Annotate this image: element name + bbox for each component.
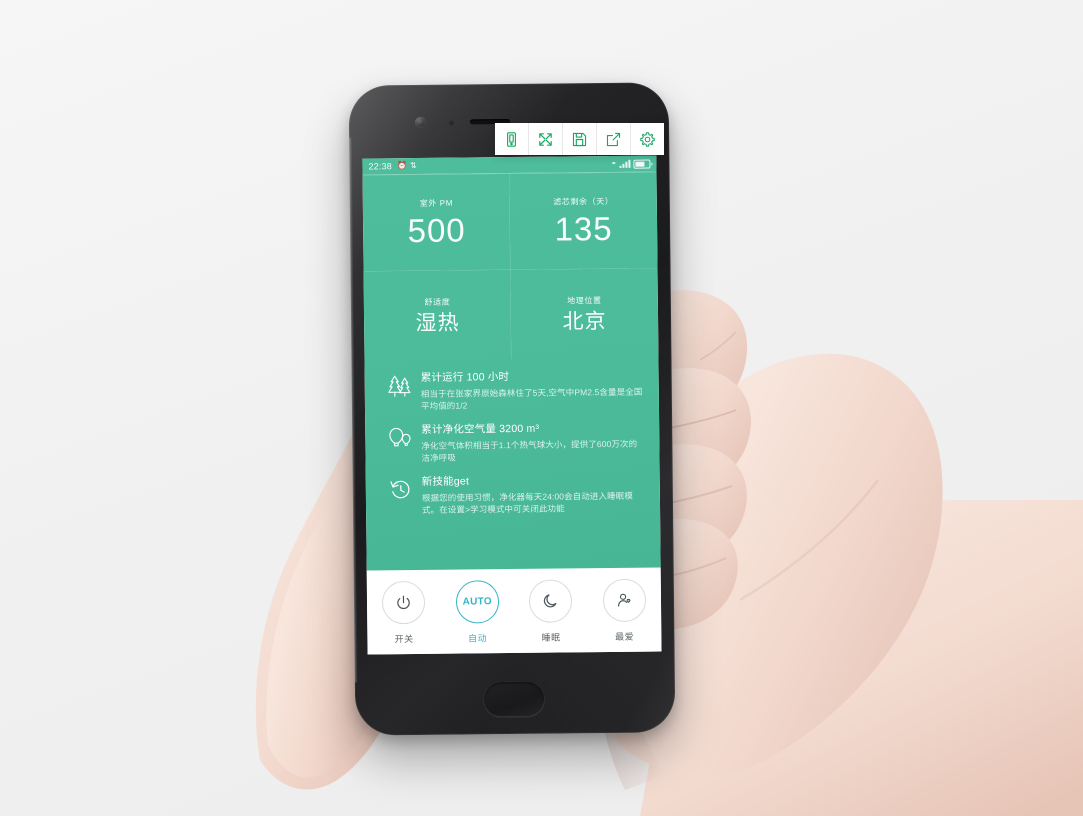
metric-label: 室外 PM [419,198,453,208]
list-item-text: 累计净化空气量 3200 m³ 净化空气体积相当于1.1个热气球大小，提供了60… [417,422,645,465]
status-bar-left-icons: ⏰ ⇅ [396,160,418,171]
list-item[interactable]: 新技能get 根据您的使用习惯，净化器每天24:00会自动进入睡眠模式。在设置>… [366,474,660,517]
control-label: 睡眠 [541,632,561,643]
wifi-icon: ◓ [611,158,617,168]
control-label: 最爱 [615,631,635,642]
list-item-title: 累计运行 100 小时 [420,371,510,384]
metric-value: 湿热 [415,311,460,336]
device-preview-icon[interactable] [495,123,529,155]
list-item-desc: 根据您的使用习惯，净化器每天24:00会自动进入睡眠模式。在设置>学习模式中可关… [421,490,633,516]
status-bar-time: 22:38 [368,160,393,171]
control-label: 自动 [468,633,488,644]
metric-cell-location[interactable]: 地理位置 北京 [511,268,659,359]
status-bar-right-icons: ◓ [611,158,651,169]
list-item-title: 新技能get [421,475,470,489]
settings-gear-icon[interactable] [631,123,664,155]
metric-value: 500 [407,211,466,250]
metric-value: 135 [554,209,613,248]
battery-icon [633,159,651,169]
info-list: 累计运行 100 小时 相当于在张家界原始森林住了5天,空气中PM2.5含量是全… [364,357,660,517]
metric-label: 滤芯剩余（天） [553,196,614,207]
clock-history-icon [384,476,418,502]
favorite-person-icon [602,578,646,623]
metric-cell-filter-days[interactable]: 滤芯剩余（天） 135 [510,171,658,270]
metric-value: 北京 [562,310,607,334]
list-item[interactable]: 累计净化空气量 3200 m³ 净化空气体积相当于1.1个热气球大小，提供了60… [365,422,659,465]
list-item-text: 新技能get 根据您的使用习惯，净化器每天24:00会自动进入睡眠模式。在设置>… [418,474,646,517]
signal-icon [619,159,631,168]
control-sleep[interactable]: 睡眠 [520,579,583,644]
control-auto[interactable]: AUTO 自动 [446,580,509,645]
pine-trees-icon [383,372,417,398]
metric-label: 地理位置 [567,296,602,306]
front-camera-icon [414,116,427,128]
phone-screen: 22:38 ⏰ ⇅ ◓ 室外 PM 500 滤芯剩余（天） 135 舒适度 湿热… [362,155,662,655]
home-button[interactable] [482,680,546,718]
metric-cell-outdoor-pm[interactable]: 室外 PM 500 [363,173,511,272]
metric-grid: 室外 PM 500 滤芯剩余（天） 135 舒适度 湿热 地理位置 北京 [362,171,659,361]
phone-edge-highlight [349,137,358,683]
share-export-icon[interactable] [597,123,631,155]
moon-sleep-icon [529,579,573,623]
auto-icon: AUTO [455,580,499,624]
list-item-title: 累计净化空气量 3200 m³ [421,422,540,437]
list-item-desc: 净化空气体积相当于1.1个热气球大小，提供了600万次的洁净呼吸 [421,438,638,464]
control-label: 开关 [394,634,414,645]
save-floppy-icon[interactable] [563,123,597,155]
fullscreen-expand-icon[interactable] [529,123,563,155]
bluetooth-icon: ⇅ [410,160,418,171]
control-favorite[interactable]: 最爱 [593,578,656,644]
list-item-text: 累计运行 100 小时 相当于在张家界原始森林住了5天,空气中PM2.5含量是全… [417,370,645,413]
list-item-desc: 相当于在张家界原始森林住了5天,空气中PM2.5含量是全国平均值的1/2 [420,386,643,411]
scene-background: 22:38 ⏰ ⇅ ◓ 室外 PM 500 滤芯剩余（天） 135 舒适度 湿热… [0,0,1083,816]
metric-label: 舒适度 [424,297,451,307]
metric-cell-comfort[interactable]: 舒适度 湿热 [364,270,512,361]
phone-device: 22:38 ⏰ ⇅ ◓ 室外 PM 500 滤芯剩余（天） 135 舒适度 湿热… [348,82,676,736]
power-icon [382,580,426,625]
control-power[interactable]: 开关 [373,580,436,646]
alarm-icon: ⏰ [396,161,408,171]
floating-toolbar [495,123,664,155]
auto-badge: AUTO [462,596,492,608]
proximity-sensor-icon [448,120,455,126]
list-item[interactable]: 累计运行 100 小时 相当于在张家界原始森林住了5天,空气中PM2.5含量是全… [365,369,659,412]
control-bar: 开关 AUTO 自动 睡眠 最爱 [366,567,662,655]
app-main-panel: 室外 PM 500 滤芯剩余（天） 135 舒适度 湿热 地理位置 北京 累计运… [362,171,661,571]
hot-air-balloon-icon [383,424,417,450]
status-bar-spacer [417,164,611,166]
